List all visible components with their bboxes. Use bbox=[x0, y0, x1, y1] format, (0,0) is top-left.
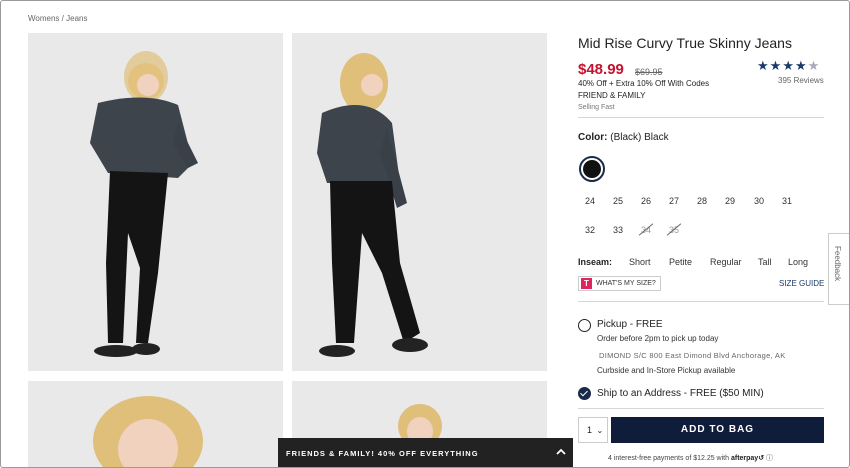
size-option-28[interactable]: 28 bbox=[691, 193, 713, 209]
divider bbox=[578, 301, 824, 302]
sale-price: $48.99 bbox=[578, 61, 624, 78]
inseam-label: Inseam: bbox=[578, 257, 613, 267]
pickup-subtitle: Order before 2pm to pick up today bbox=[597, 334, 719, 343]
model-back-image bbox=[292, 33, 547, 371]
pickup-title: Pickup - FREE bbox=[597, 319, 663, 330]
color-label: Color: bbox=[578, 132, 608, 143]
breadcrumb: Womens / Jeans bbox=[28, 14, 87, 23]
chevron-down-icon: ⌄ bbox=[596, 426, 604, 435]
divider bbox=[578, 408, 824, 409]
feedback-label: Feedback bbox=[833, 246, 842, 282]
afterpay-text: 4 interest-free payments of $12.25 with bbox=[608, 455, 730, 462]
size-option-26[interactable]: 26 bbox=[635, 193, 657, 209]
breadcrumb-jeans[interactable]: Jeans bbox=[66, 14, 87, 23]
color-value: (Black) Black bbox=[610, 132, 669, 143]
quantity-select[interactable]: 1 ⌄ bbox=[578, 417, 608, 443]
afterpay-message: 4 interest-free payments of $12.25 with … bbox=[608, 453, 773, 463]
star-icon: ★ bbox=[769, 58, 783, 73]
color-selection: Color: (Black) Black bbox=[578, 132, 669, 143]
inseam-option-tall[interactable]: Tall bbox=[758, 257, 772, 267]
selling-fast-label: Selling Fast bbox=[578, 104, 615, 111]
size-option-29[interactable]: 29 bbox=[719, 193, 741, 209]
pickup-note: Curbside and In-Store Pickup available bbox=[597, 366, 736, 375]
swatch-fill bbox=[583, 160, 601, 178]
review-count-link[interactable]: 395 Reviews bbox=[778, 76, 824, 85]
product-photo-closeup-left[interactable] bbox=[28, 381, 283, 467]
promo-banner[interactable]: FRIENDS & FAMILY! 40% OFF EVERYTHING bbox=[278, 438, 573, 467]
color-swatch-black[interactable] bbox=[579, 156, 605, 182]
breadcrumb-womens[interactable]: Womens bbox=[28, 14, 59, 23]
size-option-27[interactable]: 27 bbox=[663, 193, 685, 209]
star-icon: ★ bbox=[757, 58, 770, 73]
breadcrumb-separator: / bbox=[61, 14, 64, 23]
size-option-25[interactable]: 25 bbox=[607, 193, 629, 209]
info-icon[interactable]: ⓘ bbox=[766, 455, 773, 462]
inseam-option-short[interactable]: Short bbox=[629, 257, 651, 267]
size-guide-link[interactable]: SIZE GUIDE bbox=[779, 279, 824, 288]
promo-code: FRIEND & FAMILY bbox=[578, 91, 646, 100]
ship-title: Ship to an Address - FREE ($50 MIN) bbox=[597, 388, 764, 399]
star-icon: ★ bbox=[782, 58, 795, 73]
divider bbox=[578, 117, 824, 118]
product-photo-front[interactable] bbox=[28, 33, 283, 371]
original-price: $69.95 bbox=[635, 67, 663, 77]
size-option-24[interactable]: 24 bbox=[579, 193, 601, 209]
half-star-icon: ★ bbox=[807, 58, 821, 73]
add-to-bag-button[interactable]: ADD TO BAG bbox=[611, 417, 824, 443]
ship-radio[interactable] bbox=[578, 387, 591, 400]
inseam-option-petite[interactable]: Petite bbox=[669, 257, 692, 267]
whats-my-size-label: WHAT'S MY SIZE? bbox=[596, 280, 656, 287]
inseam-option-long[interactable]: Long bbox=[788, 257, 808, 267]
size-option-32[interactable]: 32 bbox=[579, 222, 601, 238]
product-photo-back[interactable] bbox=[292, 33, 547, 371]
star-icon: ★ bbox=[794, 58, 808, 73]
size-option-31[interactable]: 31 bbox=[776, 193, 798, 209]
chevron-up-icon[interactable] bbox=[556, 447, 566, 457]
size-option-30[interactable]: 30 bbox=[748, 193, 770, 209]
page-frame: Womens / Jeans Mid Rise Curvy True Skinn… bbox=[0, 0, 850, 468]
star-rating[interactable]: ★★★★★ bbox=[757, 58, 820, 74]
feedback-tab[interactable]: Feedback bbox=[828, 233, 849, 305]
model-front-image bbox=[28, 33, 283, 371]
size-option-33[interactable]: 33 bbox=[607, 222, 629, 238]
pickup-store-address[interactable]: DIMOND S/C 800 East Dimond Blvd Anchorag… bbox=[599, 351, 786, 360]
true-fit-icon: T bbox=[581, 278, 592, 289]
afterpay-logo: afterpay↺ bbox=[730, 455, 765, 462]
size-option-35[interactable]: 35 bbox=[663, 222, 685, 238]
pickup-radio[interactable] bbox=[578, 319, 591, 332]
whats-my-size-button[interactable]: T WHAT'S MY SIZE? bbox=[578, 276, 661, 291]
promo-banner-text: FRIENDS & FAMILY! 40% OFF EVERYTHING bbox=[286, 449, 479, 458]
quantity-value: 1 bbox=[587, 425, 593, 435]
promo-text: 40% Off + Extra 10% Off With Codes bbox=[578, 79, 710, 88]
inseam-option-regular[interactable]: Regular bbox=[710, 257, 742, 267]
model-closeup-image bbox=[28, 381, 283, 467]
product-title: Mid Rise Curvy True Skinny Jeans bbox=[578, 35, 792, 51]
size-option-34[interactable]: 34 bbox=[635, 222, 657, 238]
